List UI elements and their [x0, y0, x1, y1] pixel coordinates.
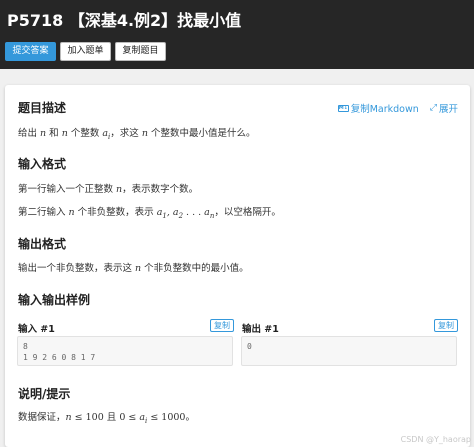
- expand-icon: ⤢: [429, 103, 437, 113]
- math-expr: ≤ 100: [71, 412, 104, 423]
- expand-link[interactable]: ⤢ 展开: [422, 101, 458, 115]
- page-title: P5718 【深基4.例2】找最小值: [7, 11, 242, 30]
- sample-input-box[interactable]: 8 1 9 2 6 0 8 1 7: [17, 336, 233, 366]
- copy-markdown-label: 复制Markdown: [350, 104, 419, 115]
- text-run: ，以空格隔开。: [214, 207, 281, 218]
- math-expr: ≤ 1000: [147, 412, 186, 423]
- text-run: 且: [103, 412, 120, 423]
- description-text: 给出 n 和 n 个整数 ai，求这 n 个整数中最小值是什么。: [18, 125, 255, 141]
- text-run: 和: [46, 128, 62, 139]
- output-format-heading: 输出格式: [18, 237, 67, 251]
- text-run: 个非负整数中的最小值。: [141, 263, 249, 274]
- text-run: 个非负整数，表示: [74, 207, 157, 218]
- description-heading: 题目描述: [18, 101, 67, 115]
- sample-output-box[interactable]: 0: [241, 336, 457, 366]
- text-run: 个整数: [67, 128, 103, 139]
- text-run: 个整数中最小值是什么。: [147, 128, 256, 139]
- copy-problem-button[interactable]: 复制题目: [115, 42, 166, 61]
- problem-card: M↓ 复制Markdown ⤢ 展开 题目描述 给出 n 和 n 个整数 ai，求这…: [5, 85, 470, 447]
- text-run: ，求这: [110, 128, 142, 139]
- watermark: CSDN @Y_haorap: [400, 435, 471, 444]
- text-run: 数据保证，: [18, 412, 66, 423]
- text-run: ，表示数字个数。: [122, 184, 199, 195]
- samples-heading: 输入输出样例: [18, 293, 91, 307]
- text-run: 输出一个非负整数，表示这: [18, 263, 136, 274]
- output-format-text: 输出一个非负整数，表示这 n 个非负整数中的最小值。: [18, 260, 249, 274]
- math-expr: 0 ≤: [119, 412, 140, 423]
- hint-text: 数据保证，n ≤ 100 且 0 ≤ ai ≤ 1000。: [18, 409, 195, 425]
- input-format-line-2: 第二行输入 n 个非负整数，表示 a1, a2 . . . an，以空格隔开。: [18, 204, 281, 220]
- input-format-heading: 输入格式: [18, 157, 67, 171]
- text-run: 给出: [18, 128, 41, 139]
- submit-button[interactable]: 提交答案: [5, 42, 56, 61]
- header-bar: P5718 【深基4.例2】找最小值 提交答案 加入题单 复制题目: [0, 0, 474, 69]
- math-symbol: . . .: [183, 207, 205, 218]
- input-format-line-1: 第一行输入一个正整数 n，表示数字个数。: [18, 181, 198, 195]
- sample-input-label: 输入 #1: [18, 324, 55, 335]
- text-run: 。: [185, 412, 195, 423]
- copy-output-button[interactable]: 复制: [434, 319, 458, 332]
- expand-label: 展开: [438, 104, 458, 115]
- problem-toolbar: M↓ 复制Markdown ⤢ 展开: [337, 101, 458, 115]
- copy-input-button[interactable]: 复制: [210, 319, 234, 332]
- copy-markdown-link[interactable]: M↓ 复制Markdown: [337, 101, 419, 115]
- hint-heading: 说明/提示: [18, 387, 71, 401]
- add-to-list-button[interactable]: 加入题单: [60, 42, 111, 61]
- text-run: 第一行输入一个正整数: [18, 184, 117, 195]
- text-run: 第二行输入: [18, 207, 69, 218]
- markdown-icon: M↓: [337, 104, 349, 112]
- sample-output-label: 输出 #1: [242, 324, 279, 335]
